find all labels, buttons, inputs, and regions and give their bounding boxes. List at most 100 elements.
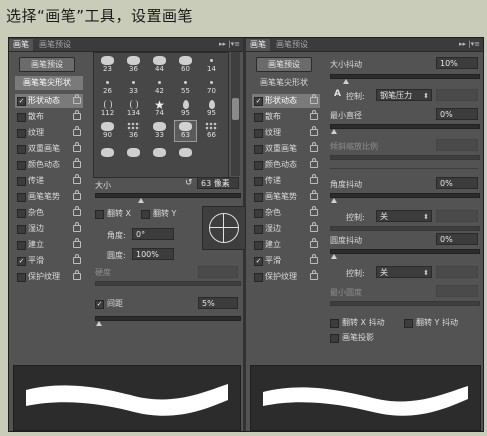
list-item-noise[interactable]: 杂色 — [252, 206, 320, 220]
list-item-brush-tip-shape[interactable]: 画笔笔尖形状 — [15, 76, 83, 90]
list-item-texture[interactable]: 纹理 — [15, 126, 83, 140]
list-item-smoothing[interactable]: ✓ 平滑 — [252, 254, 320, 268]
flip-x-jitter-checkbox[interactable] — [330, 319, 339, 328]
flip-y-jitter-checkbox[interactable] — [404, 319, 413, 328]
lock-icon — [310, 222, 318, 232]
list-item-protect-texture[interactable]: 保护纹理 — [252, 270, 320, 284]
control-dropdown-roundness[interactable]: 关 ⬍ — [376, 266, 432, 278]
spacing-slider[interactable] — [95, 316, 241, 326]
tab-brush-presets[interactable]: 画笔预设 — [35, 39, 75, 51]
brush-tip[interactable]: 112 — [97, 99, 118, 119]
brush-tip[interactable]: 26 — [97, 77, 118, 97]
scroll-thumb[interactable] — [232, 98, 239, 120]
brush-tip[interactable] — [175, 147, 196, 167]
spacing-checkbox[interactable]: ✓ — [95, 300, 104, 309]
control-label: 控制: — [346, 213, 365, 222]
flip-x-checkbox[interactable] — [95, 210, 104, 219]
brush-tip[interactable]: 134 — [123, 99, 144, 119]
brush-tip[interactable] — [123, 147, 144, 167]
brush-tip[interactable] — [97, 147, 118, 167]
brush-tip[interactable] — [149, 147, 170, 167]
brush-tip[interactable]: 42 — [149, 77, 170, 97]
lock-icon — [73, 94, 81, 104]
list-item-build-up[interactable]: 建立 — [252, 238, 320, 252]
panel-menu-icon[interactable]: ▸▸ |▾≡ — [219, 39, 240, 50]
min-diameter-field[interactable]: 0% — [436, 108, 478, 120]
roundness-jitter-field[interactable]: 0% — [436, 233, 478, 245]
brush-tip[interactable]: 36 — [123, 121, 144, 141]
list-item-shape-dynamics[interactable]: ✓ 形状动态 — [252, 94, 320, 108]
list-item-smoothing[interactable]: ✓ 平滑 — [15, 254, 83, 268]
brush-tip[interactable]: 60 — [175, 55, 196, 75]
angle-roundness-widget[interactable] — [202, 206, 251, 250]
list-item-texture[interactable]: 纹理 — [252, 126, 320, 140]
min-roundness-label: 最小圆度 — [330, 288, 362, 297]
brush-tip[interactable]: ★ 74 — [149, 99, 170, 119]
list-item-dual-brush[interactable]: 双重画笔 — [15, 142, 83, 156]
size-slider[interactable] — [95, 193, 241, 203]
list-item-brush-pose[interactable]: 画笔笔势 — [252, 190, 320, 204]
brush-tip[interactable]: 33 — [123, 77, 144, 97]
warning-icon: A — [334, 89, 341, 99]
checkbox: ✓ — [17, 97, 26, 106]
brush-presets-button[interactable]: 画笔预设 — [19, 57, 75, 72]
min-diameter-slider[interactable] — [330, 124, 480, 134]
list-item-shape-dynamics[interactable]: ✓ 形状动态 — [15, 94, 83, 108]
list-item-wet-edges[interactable]: 湿边 — [15, 222, 83, 236]
flip-y-checkbox[interactable] — [141, 210, 150, 219]
stroke-preview-svg — [263, 386, 468, 416]
brush-tip[interactable]: 95 — [201, 99, 222, 119]
panel-menu-icon[interactable]: ▸▸ |▾≡ — [459, 39, 480, 50]
brush-tip[interactable]: 14 — [201, 55, 222, 75]
list-item-transfer[interactable]: 传递 — [252, 174, 320, 188]
angle-field[interactable]: 0° — [132, 228, 174, 240]
hardness-slider — [95, 281, 241, 286]
flip-y-jitter-label: 翻转 Y 抖动 — [416, 318, 458, 327]
list-item-protect-texture[interactable]: 保护纹理 — [15, 270, 83, 284]
list-item-dual-brush[interactable]: 双重画笔 — [252, 142, 320, 156]
brush-tip[interactable]: 23 — [97, 55, 118, 75]
brush-tip[interactable]: 90 — [97, 121, 118, 141]
brush-panel-left: 画笔 画笔预设 ▸▸ |▾≡ 画笔预设 画笔笔尖形状 ✓ 形状动态 散布 纹理 双… — [9, 38, 251, 431]
brush-presets-button[interactable]: 画笔预设 — [256, 57, 312, 72]
list-item-brush-pose[interactable]: 画笔笔势 — [15, 190, 83, 204]
size-jitter-field[interactable]: 10% — [436, 57, 478, 69]
brush-tip[interactable]: 70 — [201, 77, 222, 97]
lock-icon — [310, 270, 318, 280]
reset-size-icon[interactable]: ↺ — [185, 178, 193, 188]
list-item-color-dynamics[interactable]: 颜色动态 — [15, 158, 83, 172]
spacing-field[interactable]: 5% — [198, 297, 238, 309]
size-jitter-slider[interactable] — [330, 74, 480, 84]
list-item-scattering[interactable]: 散布 — [15, 110, 83, 124]
list-item-color-dynamics[interactable]: 颜色动态 — [252, 158, 320, 172]
list-item-brush-tip-shape[interactable]: 画笔笔尖形状 — [252, 76, 320, 90]
list-item-build-up[interactable]: 建立 — [15, 238, 83, 252]
brush-tip[interactable]: 44 — [149, 55, 170, 75]
tab-brush-presets[interactable]: 画笔预设 — [272, 39, 312, 51]
roundness-field[interactable]: 100% — [132, 248, 174, 260]
angle-jitter-field[interactable]: 0% — [436, 177, 478, 189]
control-dropdown-angle[interactable]: 关 ⬍ — [376, 210, 432, 222]
brush-tip[interactable]: 55 — [175, 77, 196, 97]
list-item-noise[interactable]: 杂色 — [15, 206, 83, 220]
lock-icon — [73, 190, 81, 200]
brush-tip-selected[interactable]: 63 — [174, 120, 197, 142]
brush-projection-checkbox[interactable] — [330, 334, 339, 343]
angle-jitter-slider[interactable] — [330, 193, 480, 203]
list-item-transfer[interactable]: 传递 — [15, 174, 83, 188]
tab-brush[interactable]: 画笔 — [9, 39, 33, 51]
brush-tip[interactable]: 95 — [175, 99, 196, 119]
brush-tip[interactable]: 66 — [201, 121, 222, 141]
size-field[interactable]: 63 像素 — [197, 177, 239, 189]
tab-bar: 画笔 画笔预设 ▸▸ |▾≡ — [246, 38, 483, 52]
tab-brush[interactable]: 画笔 — [246, 39, 270, 51]
tip-grid-scrollbar[interactable] — [231, 52, 240, 176]
brush-tip[interactable]: 33 — [149, 121, 170, 141]
roundness-jitter-slider[interactable] — [330, 249, 480, 259]
tilt-scale-field — [436, 139, 478, 151]
hardness-field — [198, 266, 238, 278]
brush-tip[interactable]: 36 — [123, 55, 144, 75]
control-dropdown-pen-pressure[interactable]: 钢笔压力 ⬍ — [376, 89, 432, 101]
list-item-scattering[interactable]: 散布 — [252, 110, 320, 124]
list-item-wet-edges[interactable]: 湿边 — [252, 222, 320, 236]
